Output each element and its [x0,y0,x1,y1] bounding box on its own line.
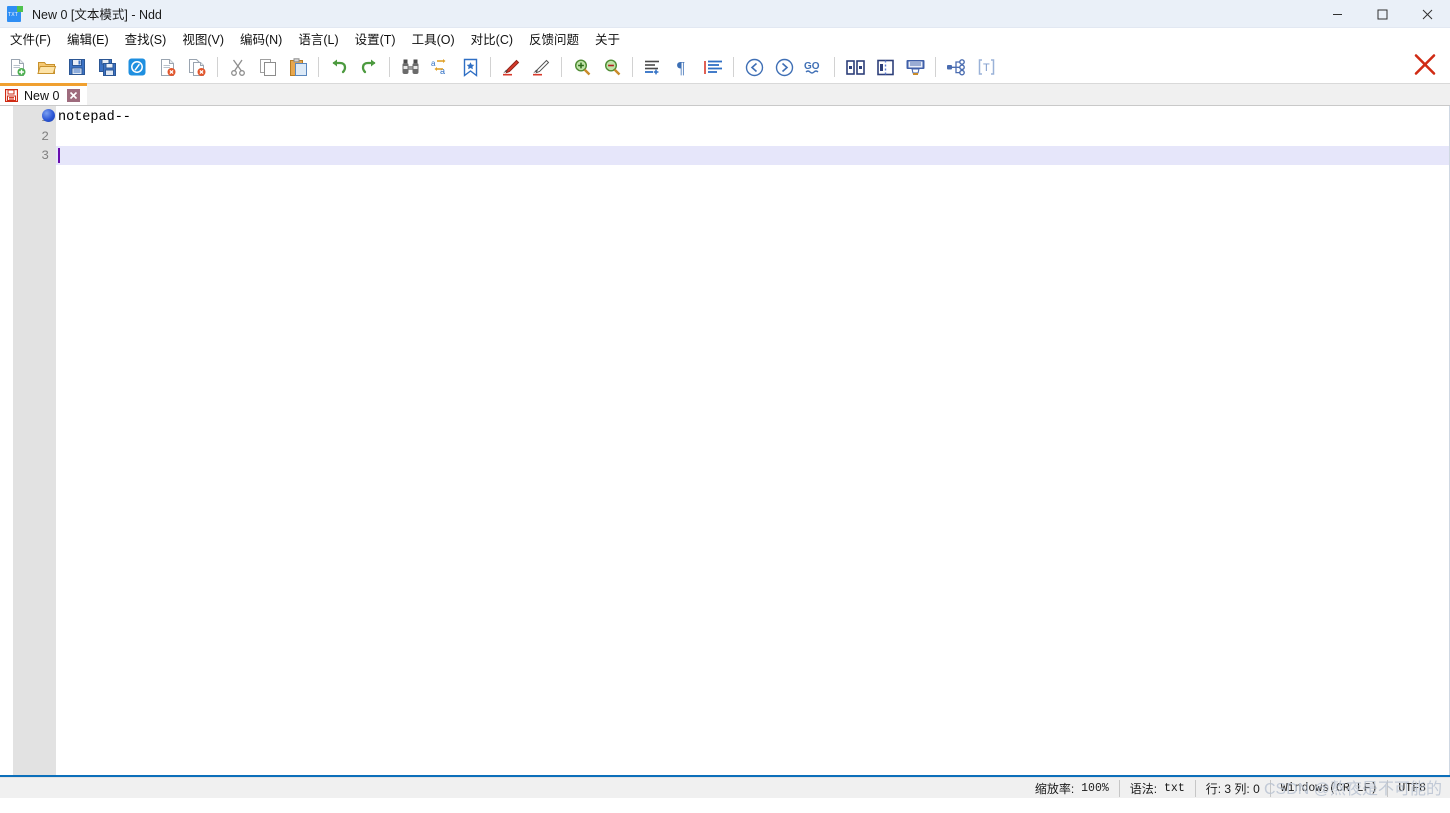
status-bar: 缩放率: 100% 语法: txt 行: 3 列: 0 Windows(CR L… [0,777,1450,798]
menu-language[interactable]: 语言(L) [290,30,346,50]
unsaved-floppy-icon [5,89,18,102]
open-folder-icon[interactable] [32,52,62,82]
code-line[interactable] [56,127,1449,146]
tab-label: New 0 [24,88,60,103]
svg-text:GO: GO [804,61,820,72]
toolbar-separator [318,57,319,77]
toolbar-separator [733,57,734,77]
minimize-icon[interactable] [1315,0,1360,28]
toolbar-separator [561,57,562,77]
tab-bar: New 0 [0,83,1450,106]
new-file-icon[interactable] [2,52,32,82]
menu-file[interactable]: 文件(F) [2,30,59,50]
split-vertical-icon[interactable] [870,52,900,82]
status-position-value: 行: 3 列: 0 [1205,781,1260,796]
zoom-in-icon[interactable] [567,52,597,82]
status-syntax-label: 语法: [1129,781,1158,796]
status-encoding[interactable]: UTF8 [1387,779,1436,797]
close-icon[interactable] [1405,0,1450,28]
save-all-icon[interactable] [92,52,122,82]
find-icon[interactable] [395,52,425,82]
copy-icon[interactable] [253,52,283,82]
menu-bar: 文件(F) 编辑(E) 查找(S) 视图(V) 编码(N) 语言(L) 设置(T… [0,28,1450,51]
tab-close-icon[interactable] [67,89,81,102]
status-zoom-value: 100% [1081,781,1109,795]
menu-view[interactable]: 视图(V) [174,30,232,50]
bookmark-icon[interactable] [455,52,485,82]
navigate-back-icon[interactable] [739,52,769,82]
status-syntax[interactable]: 语法: txt [1118,779,1195,797]
svg-text:a: a [431,59,436,68]
text-caret [58,148,60,163]
cut-icon[interactable] [223,52,253,82]
menu-settings[interactable]: 设置(T) [347,30,404,50]
toolbar: a a ¶ GO T [0,51,1450,84]
function-list-icon[interactable] [941,52,971,82]
text-mode-icon[interactable]: T [971,52,1001,82]
close-document-icon[interactable] [152,52,182,82]
editor-area[interactable]: 1 2 3 notepad-- [0,106,1450,775]
svg-text:T: T [983,62,990,74]
code-text-area[interactable]: notepad-- [56,106,1450,775]
split-horizontal-icon[interactable] [840,52,870,82]
code-line-current[interactable] [56,146,1449,165]
save-icon[interactable] [62,52,92,82]
menu-search[interactable]: 查找(S) [117,30,175,50]
menu-feedback[interactable]: 反馈问题 [521,30,587,50]
status-zoom[interactable]: 缩放率: 100% [1025,780,1119,797]
svg-text:a: a [440,66,445,76]
menu-encoding[interactable]: 编码(N) [232,30,290,50]
bookmark-marker-icon[interactable] [42,109,55,122]
undo-icon[interactable] [324,52,354,82]
indent-guide-icon[interactable] [638,52,668,82]
toolbar-separator [389,57,390,77]
zoom-out-icon[interactable] [597,52,627,82]
close-window-x-icon[interactable] [1412,52,1438,83]
toolbar-separator [834,57,835,77]
navigate-forward-icon[interactable] [769,52,799,82]
title-bar: TXT New 0 [文本模式] - Ndd [0,0,1450,28]
status-zoom-label: 缩放率: [1034,781,1075,796]
window-controls [1315,0,1450,28]
goto-line-icon[interactable]: GO [799,52,829,82]
tab-new-0[interactable]: New 0 [0,83,88,105]
txt-document-icon: TXT [7,5,23,22]
paste-icon[interactable] [283,52,313,82]
close-all-documents-icon[interactable] [182,52,212,82]
clear-marker-icon[interactable] [526,52,556,82]
line-number-gutter: 1 2 3 [13,106,56,775]
session-icon[interactable] [122,52,152,82]
redo-icon[interactable] [354,52,384,82]
toolbar-separator [217,57,218,77]
status-eol-value: Windows(CR LF) [1280,781,1378,795]
status-position[interactable]: 行: 3 列: 0 [1194,779,1270,797]
bookmark-margin[interactable] [0,106,13,775]
maximize-icon[interactable] [1360,0,1405,28]
line-number: 2 [41,129,49,144]
replace-icon[interactable]: a a [425,52,455,82]
menu-tools[interactable]: 工具(O) [404,30,463,50]
line-number: 3 [41,148,49,163]
window-title: New 0 [文本模式] - Ndd [32,8,162,22]
toolbar-separator [935,57,936,77]
svg-text:¶: ¶ [677,58,685,76]
menu-compare[interactable]: 对比(C) [463,30,521,50]
toolbar-separator [632,57,633,77]
status-encoding-value: UTF8 [1398,781,1426,795]
pilcrow-icon[interactable]: ¶ [668,52,698,82]
status-eol[interactable]: Windows(CR LF) [1269,779,1388,797]
menu-about[interactable]: 关于 [587,30,628,50]
code-line[interactable]: notepad-- [56,108,1449,127]
menu-edit[interactable]: 编辑(E) [59,30,117,50]
print-preview-icon[interactable] [900,52,930,82]
word-wrap-icon[interactable] [698,52,728,82]
status-syntax-value: txt [1164,781,1185,795]
marker-icon[interactable] [496,52,526,82]
toolbar-separator [490,57,491,77]
